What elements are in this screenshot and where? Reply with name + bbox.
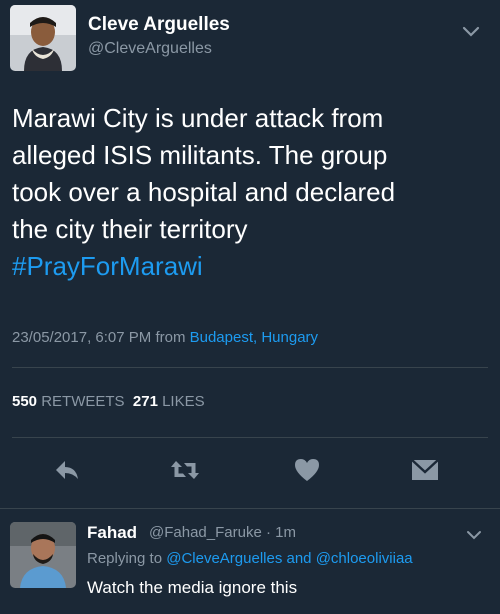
tweet-stats: 550 RETWEETS 271 LIKES bbox=[12, 393, 205, 410]
replying-prefix: Replying to bbox=[87, 550, 163, 567]
tweet-meta: 23/05/2017, 6:07 PM from Budapest, Hunga… bbox=[12, 329, 318, 346]
tweet-timestamp: 23/05/2017, 6:07 PM from bbox=[12, 329, 186, 346]
divider bbox=[0, 508, 500, 509]
dm-icon bbox=[411, 459, 439, 480]
direct-message-button[interactable] bbox=[408, 455, 442, 485]
tweet-text-line: alleged ISIS militants. The group bbox=[12, 140, 388, 170]
retweet-count[interactable]: 550 bbox=[12, 393, 37, 410]
like-label[interactable]: LIKES bbox=[162, 393, 205, 410]
author-avatar[interactable] bbox=[10, 5, 76, 71]
tweet-text-line: the city their territory bbox=[12, 214, 248, 244]
retweet-label[interactable]: RETWEETS bbox=[41, 393, 124, 410]
reply-button[interactable] bbox=[50, 455, 84, 485]
author-handle[interactable]: @CleveArguelles bbox=[88, 40, 212, 58]
like-count[interactable]: 271 bbox=[133, 393, 158, 410]
divider bbox=[12, 367, 488, 368]
hashtag-link[interactable]: #PrayForMarawi bbox=[12, 248, 488, 285]
reply-text: Watch the media ignore this bbox=[87, 578, 298, 597]
tweet: Cleve Arguelles @CleveArguelles Marawi C… bbox=[0, 0, 500, 509]
replying-to: Replying to @CleveArguelles and @chloeol… bbox=[87, 550, 413, 567]
reply-tweet[interactable]: Fahad @Fahad_Faruke · 1m Replying to @Cl… bbox=[0, 510, 500, 614]
reply-author-avatar[interactable] bbox=[10, 522, 76, 588]
tweet-text-line: Marawi City is under attack from bbox=[12, 103, 384, 133]
retweet-icon bbox=[171, 461, 199, 479]
reply-author-handle[interactable]: @Fahad_Faruke · 1m bbox=[149, 524, 296, 541]
reply-author-name[interactable]: Fahad bbox=[87, 523, 137, 543]
chevron-down-icon[interactable] bbox=[462, 26, 480, 38]
reply-icon bbox=[56, 461, 78, 479]
replying-users-link[interactable]: @CleveArguelles and @chloeoliviiaa bbox=[166, 550, 412, 567]
chevron-down-icon[interactable] bbox=[466, 530, 482, 541]
divider bbox=[12, 437, 488, 438]
retweet-button[interactable] bbox=[168, 455, 202, 485]
heart-icon bbox=[295, 459, 319, 481]
tweet-text-line: took over a hospital and declared bbox=[12, 177, 396, 207]
like-button[interactable] bbox=[290, 455, 324, 485]
location-link[interactable]: Budapest, Hungary bbox=[190, 329, 318, 346]
author-name[interactable]: Cleve Arguelles bbox=[88, 14, 230, 36]
tweet-text: Marawi City is under attack from alleged… bbox=[12, 100, 488, 285]
action-bar bbox=[0, 445, 500, 495]
